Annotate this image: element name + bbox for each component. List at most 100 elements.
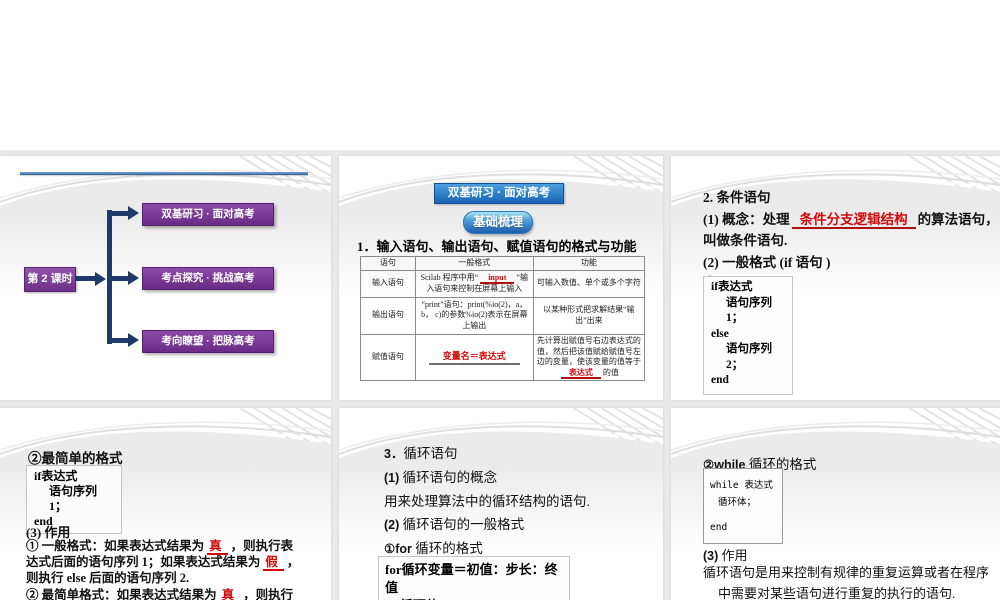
- text-line: (2) 循环语句的一般格式: [384, 513, 590, 537]
- blank-answer: 条件分支逻辑结构: [791, 211, 916, 229]
- section-box-shuangji: 双基研习 · 面对高考: [142, 203, 274, 226]
- cell-format-input: Scilab 程序中用“ input ”输入语句来控制在屏幕上输入: [414, 269, 534, 298]
- effect-paragraph: ① 一般格式：如果表达式结果为真，则执行表 达式后面的语句序列 1；如果表达式结…: [26, 538, 328, 600]
- arrow-head-icon: [128, 271, 139, 285]
- code-line: if表达式: [34, 469, 78, 483]
- code-line: if表达式: [711, 281, 753, 293]
- concept-line: (1) 概念：处理 条件分支逻辑结构 的算法语句，: [703, 209, 999, 231]
- text: 循环语句的一般格式: [399, 517, 525, 532]
- divider-line: [20, 172, 308, 175]
- slide-thumbnail-loop-for[interactable]: 3．循环语句 (1) 循环语句的概念 用来处理算法中的循环结构的语句. (2) …: [339, 408, 663, 600]
- cell-text: 的值: [602, 368, 619, 378]
- if-else-code-box: if表达式 语句序列1； else 语句序列2； end: [703, 276, 793, 395]
- arrow-connector: [112, 276, 129, 281]
- heading: ②最简单的格式: [28, 451, 123, 466]
- blank-answer: 假: [263, 555, 284, 572]
- keyword: for: [395, 542, 412, 556]
- row-label: 输入语句: [360, 269, 416, 298]
- text-line: 则执行 else 后面的语句序列 2.: [26, 571, 190, 586]
- slide-grid: 第 2 课时 双基研习 · 面对高考 考点探究 · 挑战高考 考向瞭望 · 把脉…: [0, 150, 1000, 600]
- arrow-head-icon: [95, 272, 106, 286]
- text: ，则执行: [243, 587, 294, 600]
- circled-number: ①: [384, 542, 396, 556]
- number: 3．: [384, 447, 404, 461]
- code-line: end: [711, 374, 729, 386]
- for-code-box: for循环变量＝初值：步长：终值 循环体； end: [378, 556, 570, 600]
- code-line: 语句序列1；: [726, 296, 772, 325]
- arrow-connector: [112, 338, 129, 343]
- heading: 2. 条件语句: [703, 190, 771, 205]
- while-code-box: while 表达式 循环体； end: [703, 468, 783, 544]
- code-line: 循环体；: [718, 497, 757, 508]
- cell-function-assign: 先计算出赋值号右边表达式的值，然后把该值赋给赋值号左边的变量，使该变量的值等于表…: [532, 333, 646, 381]
- heading: 3．循环语句: [384, 442, 590, 466]
- code-line: 语句序列1；: [49, 484, 98, 513]
- text: 达式后面的语句序列 1；如果表达式结果为: [26, 555, 261, 570]
- blank-answer: input: [480, 273, 515, 284]
- text-line: (1) 循环语句的概念: [384, 466, 590, 490]
- text-line: 中需要对某些语句进行重复的执行的语句.: [718, 586, 956, 600]
- text: ，则执行表: [230, 539, 294, 553]
- col-header: 语句: [360, 256, 416, 271]
- arrow-head-icon: [128, 206, 139, 220]
- slide-thumbnail-conditional[interactable]: 2. 条件语句 (1) 概念：处理 条件分支逻辑结构 的算法语句， 叫做条件语句. …: [671, 156, 1000, 400]
- cell-format-assign: 变量名＝表达式: [414, 333, 534, 381]
- cell-function-output: 以某种形式把求解结果“输出”出来: [532, 296, 646, 335]
- section-box-kaoxiang: 考向瞭望 · 把脉高考: [142, 330, 274, 353]
- col-header: 功能: [532, 256, 646, 271]
- text-line: 用来处理算法中的循环结构的语句.: [384, 494, 590, 509]
- loop-text-block: 3．循环语句 (1) 循环语句的概念 用来处理算法中的循环结构的语句. (2) …: [384, 442, 590, 561]
- slide-title: 1．输入语句、输出语句、赋值语句的格式与功能: [357, 239, 637, 254]
- number: (1): [384, 471, 400, 485]
- text: ① 一般格式：如果表达式结果为: [26, 539, 205, 553]
- text: 作用: [718, 548, 748, 563]
- text-line: 达式后面的语句序列 1；如果表达式结果为假，: [26, 554, 328, 572]
- row-label: 赋值语句: [360, 333, 416, 381]
- header-badge: 双基研习 · 面对高考: [434, 183, 564, 204]
- text-line: ① 一般格式：如果表达式结果为真，则执行表: [26, 538, 328, 555]
- arrow-connector: [76, 276, 96, 281]
- text-line: (2) 一般格式 (if 语句 ): [703, 254, 831, 270]
- blank-answer: 表达式: [560, 368, 601, 380]
- cell-text: Scilab 程序中用“: [420, 273, 479, 282]
- arrow-head-icon: [128, 333, 139, 347]
- section-box-kaodian: 考点探究 · 挑战高考: [142, 267, 274, 290]
- table-row: 输入语句 Scilab 程序中用“ input ”输入语句来控制在屏幕上输入 可输入…: [360, 269, 646, 298]
- text-line: 叫做条件语句.: [703, 233, 788, 248]
- statements-table: 语句 一般格式 功能 输入语句 Scilab 程序中用“ input ”输入语句来控…: [360, 256, 646, 381]
- code-line: end: [710, 522, 728, 533]
- effect-paragraph: 循环语句是用来控制有规律的重复运算或者在程序 中需要对某些语句进行重复的执行的语…: [703, 562, 993, 600]
- blank-answer: 真: [219, 587, 241, 600]
- lesson-label-box: 第 2 课时: [24, 267, 76, 292]
- text: 循环语句的概念: [399, 470, 498, 485]
- text: 的算法语句，: [917, 211, 999, 227]
- text: ② 最简单格式：如果表达式结果为: [26, 587, 217, 600]
- arrow-connector: [112, 211, 129, 216]
- table-header-row: 语句 一般格式 功能: [360, 256, 646, 271]
- row-label: 输出语句: [360, 296, 416, 335]
- text: ，: [286, 555, 300, 570]
- cell-format-output: “print”语句：print(%io(2)，a，b， c)的参数%io(2)表…: [414, 296, 534, 335]
- blank-answer: 变量名＝表达式: [428, 350, 520, 365]
- code-line: for循环变量＝初值：步长：终值: [385, 562, 558, 595]
- table-row: 赋值语句 变量名＝表达式 先计算出赋值号右边表达式的值，然后把该值赋给赋值号左边…: [360, 333, 646, 381]
- cell-text: 先计算出赋值号右边表达式的值，然后把该值赋给赋值号左边的变量，使该变量的值等于: [536, 335, 641, 367]
- text: 循环的格式: [411, 541, 483, 556]
- text-line: 循环语句是用来控制有规律的重复运算或者在程序: [703, 565, 990, 580]
- number: (2): [384, 518, 400, 532]
- slide-sorter-canvas: 第 2 课时 双基研习 · 面对高考 考点探究 · 挑战高考 考向瞭望 · 把脉…: [0, 0, 1000, 600]
- slide-thumbnail-lesson-overview[interactable]: 第 2 课时 双基研习 · 面对高考 考点探究 · 挑战高考 考向瞭望 · 把脉…: [0, 156, 331, 400]
- slide-thumbnail-loop-while[interactable]: ②while 循环的格式 while 表达式 循环体； end (3) 作用 循…: [671, 408, 1000, 600]
- slide-thumbnail-if-effect[interactable]: ②最简单的格式 if表达式 语句序列1； end (3) 作用 ① 一般格式：如…: [0, 408, 331, 600]
- text-line: ② 最简单格式：如果表达式结果为真，则执行: [26, 587, 328, 600]
- code-line: while 表达式: [710, 480, 773, 491]
- blank-answer: 真: [207, 539, 228, 555]
- code-line: else: [711, 327, 729, 340]
- text: (1) 概念：处理: [703, 211, 790, 227]
- text: 循环语句: [403, 446, 458, 461]
- table-row: 输出语句 “print”语句：print(%io(2)，a，b， c)的参数%i…: [360, 296, 646, 335]
- slide-thumbnail-statements-table[interactable]: 双基研习 · 面对高考 基础梳理 1．输入语句、输出语句、赋值语句的格式与功能 …: [339, 156, 663, 400]
- number: (3): [703, 549, 719, 563]
- code-line: 语句序列2；: [726, 343, 772, 371]
- cell-function-input: 可输入数值、单个或多个字符: [532, 269, 646, 298]
